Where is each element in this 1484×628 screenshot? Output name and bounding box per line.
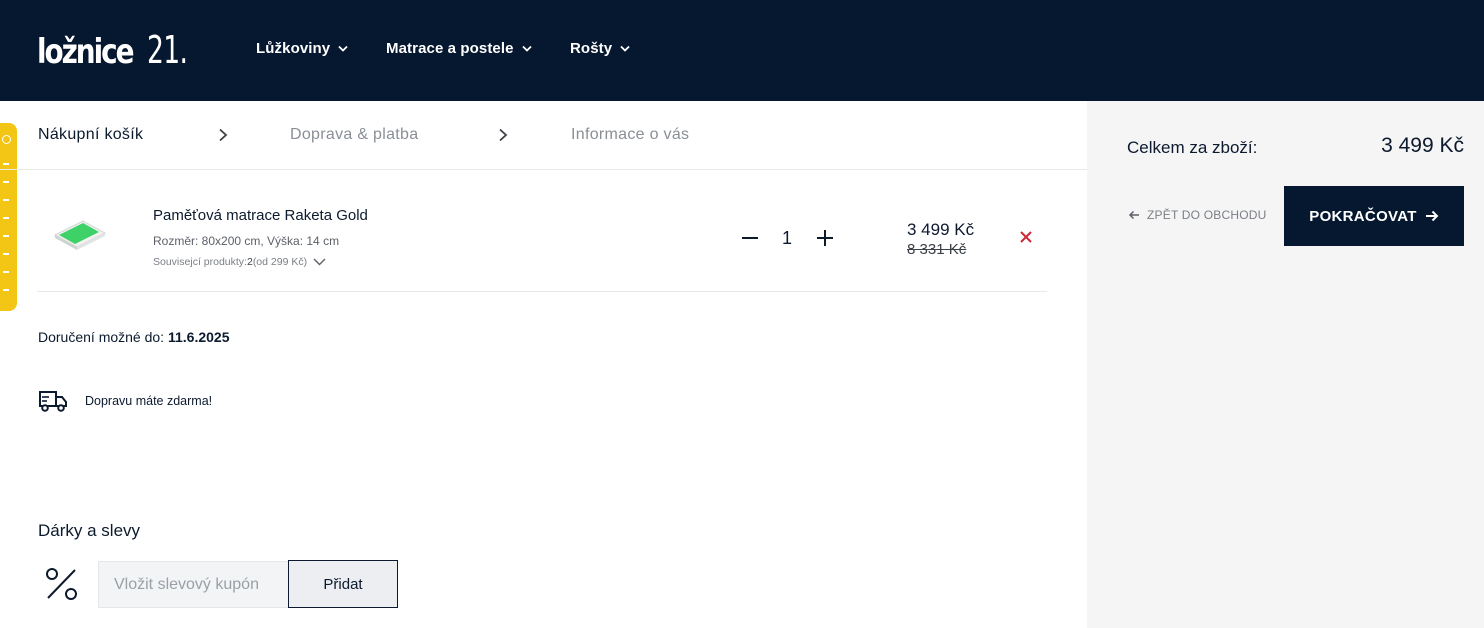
free-shipping-text: Dopravu máte zdarma! (85, 394, 213, 408)
order-summary-panel: Celkem za zboží: 3 499 Kč ZPĚT DO OBCHOD… (1087, 101, 1484, 628)
delivery-truck-icon (39, 391, 67, 412)
chevron-right-icon (219, 128, 228, 142)
site-logo[interactable]: ložnice 21. (37, 28, 204, 72)
nav-item-label: Matrace a postele (386, 40, 514, 57)
remove-item-button[interactable] (1019, 230, 1033, 244)
item-price: 3 499 Kč (907, 220, 975, 239)
arrow-left-icon (1128, 210, 1139, 220)
apply-coupon-button[interactable]: Přidat (288, 560, 398, 608)
nav-item-label: Rošty (570, 40, 613, 57)
item-original-price: 8 331 Kč (907, 241, 967, 258)
arrow-right-icon (1425, 210, 1439, 222)
nav-item-rosty[interactable]: Rošty (570, 40, 630, 57)
increase-quantity-button[interactable] (815, 226, 835, 246)
step-shipping-payment[interactable]: Doprava & platba (290, 126, 418, 144)
product-thumbnail[interactable] (51, 213, 107, 253)
coupon-code-input[interactable] (98, 561, 289, 608)
delivery-date-note: Doručení možné do: 11.6.2025 (38, 329, 229, 345)
back-to-shop-label: ZPĚT DO OBCHODU (1147, 208, 1267, 222)
product-name[interactable]: Paměťová matrace Raketa Gold (153, 207, 368, 224)
chevron-right-icon (499, 128, 508, 142)
quantity-value[interactable]: 1 (782, 228, 792, 249)
delivery-prefix: Doručení možné do: (38, 329, 168, 345)
chevron-down-icon (313, 258, 326, 266)
percent-icon (46, 568, 77, 600)
tab-decoration (3, 199, 9, 201)
continue-label: POKRAČOVAT (1309, 207, 1417, 225)
related-prefix: Souvisejcí produkty: (153, 256, 247, 268)
tab-decoration (3, 271, 9, 273)
step-cart[interactable]: Nákupní košík (38, 126, 143, 144)
related-suffix: (od 299 Kč) (252, 256, 308, 268)
gifts-discounts-title: Dárky a slevy (38, 521, 141, 540)
delivery-date: 11.6.2025 (167, 329, 230, 345)
tab-decoration (3, 289, 9, 291)
related-products-toggle[interactable]: Souvisejcí produkty: 2 (od 299 Kč) (153, 256, 326, 268)
tab-decoration (3, 217, 9, 219)
top-navigation-bar: ložnice 21. Lůžkoviny Matrace a postele … (0, 0, 1484, 101)
tab-decoration (3, 253, 9, 255)
tab-decoration (3, 235, 9, 237)
total-value: 3 499 Kč (1381, 134, 1464, 157)
nav-item-luzkoviny[interactable]: Lůžkoviny (256, 40, 348, 57)
total-label: Celkem za zboží: (1127, 138, 1258, 157)
chevron-down-icon (338, 45, 348, 52)
cart-item-row: Paměťová matrace Raketa Gold Rozměr: 80x… (37, 171, 1047, 292)
chevron-down-icon (521, 45, 532, 52)
logo-number: 21. (147, 28, 188, 72)
checkout-steps: Nákupní košík Doprava & platba Informace… (0, 101, 1087, 170)
nav-item-matrace-a-postele[interactable]: Matrace a postele (386, 40, 532, 57)
product-attributes: Rozměr: 80x200 cm, Výška: 14 cm (153, 234, 340, 248)
continue-button[interactable]: POKRAČOVAT (1284, 186, 1464, 246)
chevron-down-icon (620, 45, 630, 52)
back-to-shop-link[interactable]: ZPĚT DO OBCHODU (1128, 208, 1266, 222)
nav-item-label: Lůžkoviny (256, 40, 331, 57)
logo-word: ložnice (37, 32, 134, 72)
decrease-quantity-button[interactable] (740, 226, 760, 246)
step-customer-info[interactable]: Informace o vás (571, 126, 689, 144)
tab-decoration (3, 181, 9, 183)
free-shipping-note: Dopravu máte zdarma! (38, 389, 212, 413)
